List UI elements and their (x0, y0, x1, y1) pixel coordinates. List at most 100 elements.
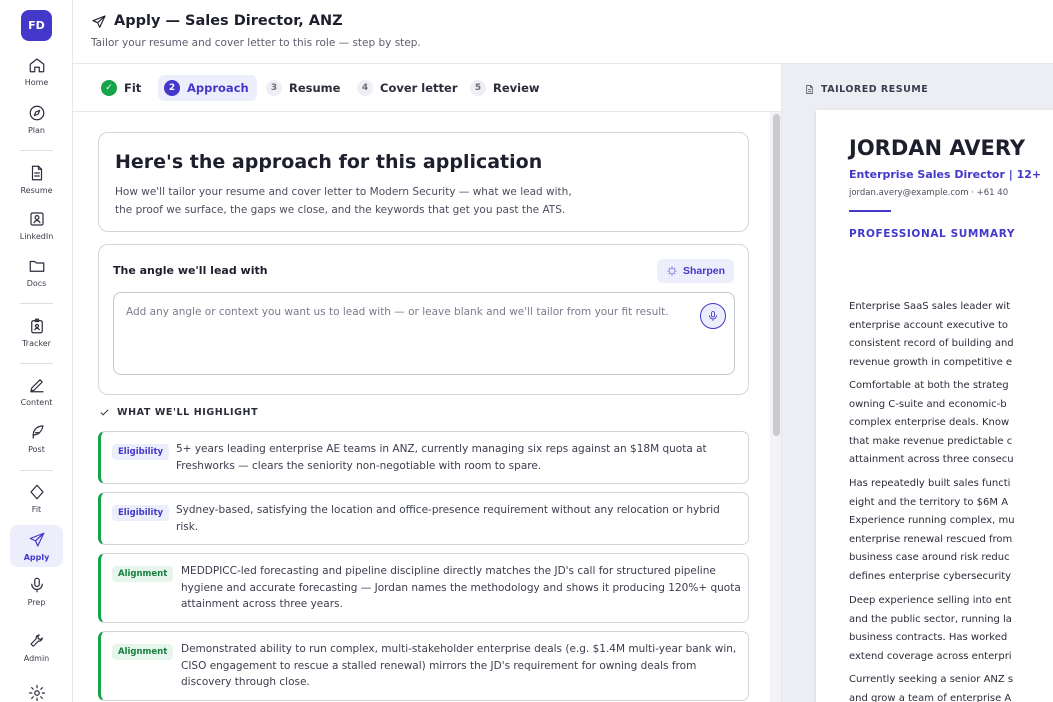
highlight-item[interactable]: Alignment Demonstrated ability to run co… (98, 631, 749, 701)
profile-card-icon (29, 212, 44, 226)
intro-title: Here's the approach for this application (115, 151, 543, 173)
dictate-button[interactable] (700, 303, 726, 329)
sharpen-label: Sharpen (682, 265, 725, 277)
stepper: ✓ Fit 2 Approach 3 Resume 4 Cover letter… (73, 64, 781, 112)
scrollbar-thumb[interactable] (773, 114, 780, 436)
highlight-section-label: WHAT WE'LL HIGHLIGHT (99, 407, 258, 418)
resume-paragraph: Currently seeking a senior ANZ s and gro… (849, 671, 1049, 702)
sidebar-item-plan[interactable]: Plan (10, 104, 63, 135)
sidebar-item-settings[interactable] (10, 684, 63, 702)
document-icon (31, 165, 42, 181)
highlight-item[interactable]: Eligibility 5+ years leading enterprise … (98, 431, 749, 484)
resume-line: Currently seeking a senior ANZ s (849, 674, 1014, 685)
resume-line: Experience running complex, mu (849, 515, 1015, 527)
resume-line: attainment across three consecu (849, 454, 1014, 466)
highlight-text-line: discovery through close. (181, 676, 310, 688)
step-number: 2 (164, 80, 180, 96)
resume-paragraph: Enterprise SaaS sales leader wit enterpr… (849, 298, 1049, 372)
sidebar-item-label: Post (28, 445, 45, 454)
folder-icon (29, 260, 44, 272)
resume-line: and the public sector, running la (849, 613, 1012, 625)
gear-icon (28, 684, 45, 702)
resume-line: enterprise renewal rescued from (849, 533, 1013, 545)
eligibility-badge: Eligibility (112, 444, 170, 460)
sidebar-item-label: Home (24, 78, 49, 87)
resume-line: eight and the territory to $6M A (849, 496, 1009, 508)
resume-line: complex enterprise deals. Know (849, 417, 1010, 429)
intro-text: How we'll tailor your resume and cover l… (115, 183, 595, 219)
highlight-text-line: CISO engagement to rescue a stalled rene… (181, 659, 697, 672)
sidebar-item-linkedin[interactable]: LinkedIn (10, 210, 63, 241)
sidebar-item-post[interactable]: Post (10, 423, 63, 454)
resume-line: defines enterprise cybersecurity (849, 570, 1012, 582)
sidebar-item-content[interactable]: Content (10, 376, 63, 407)
sidebar-item-fit[interactable]: Fit (10, 483, 63, 514)
step-approach[interactable]: 2 Approach (158, 75, 257, 101)
sidebar-divider (20, 363, 53, 364)
sidebar-divider (20, 470, 53, 471)
badge-icon (30, 318, 43, 334)
resume-preview-pane: TAILORED RESUME JORDAN AVERY Enterprise … (782, 64, 1053, 702)
highlight-text-line: Sydney-based, satisfying the location an… (176, 504, 720, 516)
sidebar-item-label: Fit (31, 505, 42, 514)
highlight-text: Demonstrated ability to run complex, mul… (181, 641, 736, 691)
page-subtitle: Tailor your resume and cover letter to t… (91, 37, 421, 49)
step-label: Resume (289, 81, 341, 95)
send-icon (29, 532, 44, 547)
pen-icon (29, 379, 44, 393)
resume-contact: jordan.avery@example.com · +61 40 (849, 188, 1009, 198)
highlight-text-line: Demonstrated ability to run complex, mul… (181, 643, 737, 655)
sidebar: FD Home Plan Resume LinkedIn Docs Tracke… (0, 0, 73, 702)
approach-pane: ✓ Fit 2 Approach 3 Resume 4 Cover letter… (73, 64, 782, 702)
highlight-text: MEDDPICC-led forecasting and pipeline di… (181, 563, 741, 613)
intro-text-line: the proof we surface, the gaps we close,… (115, 204, 566, 216)
resume-line: owning C-suite and economic-b (849, 398, 1007, 410)
section-label-text: WHAT WE'LL HIGHLIGHT (117, 407, 259, 418)
resume-line: enterprise account executive to (849, 319, 1009, 331)
highlight-text-line: Freshworks — clears the seniority non-ne… (176, 459, 542, 472)
sidebar-item-resume[interactable]: Resume (10, 164, 63, 195)
sidebar-item-label: Tracker (22, 339, 51, 348)
sidebar-item-label: Plan (27, 126, 46, 135)
preview-label-text: TAILORED RESUME (821, 84, 929, 95)
resume-line: Enterprise SaaS sales leader wit (849, 301, 1011, 312)
sidebar-item-label: Prep (27, 598, 46, 607)
step-number: 4 (357, 80, 373, 96)
avatar[interactable]: FD (21, 10, 52, 41)
step-resume[interactable]: 3 Resume (260, 75, 348, 101)
step-cover-letter[interactable]: 4 Cover letter (351, 75, 466, 101)
step-review[interactable]: 5 Review (464, 75, 548, 101)
highlight-text-line: 5+ years leading enterprise AE teams in … (176, 443, 707, 455)
step-label: Fit (124, 81, 142, 95)
sparkle-icon (667, 266, 677, 276)
mic-icon (709, 311, 717, 321)
eligibility-badge: Eligibility (112, 505, 170, 521)
intro-text-line: How we'll tailor your resume and cover l… (115, 186, 572, 198)
resume-line: Has repeatedly built sales functi (849, 478, 1011, 489)
sidebar-item-docs[interactable]: Docs (10, 257, 63, 288)
send-icon (91, 14, 107, 30)
sidebar-item-label: Apply (23, 552, 50, 562)
highlight-text-line: risk. (176, 520, 199, 533)
angle-input[interactable] (113, 292, 735, 375)
highlight-item[interactable]: Alignment MEDDPICC-led forecasting and p… (98, 553, 749, 623)
page-title: Apply — Sales Director, ANZ (114, 13, 343, 29)
sidebar-item-home[interactable]: Home (10, 56, 63, 87)
sidebar-item-admin[interactable]: Admin (10, 632, 63, 663)
intro-card: Here's the approach for this application… (98, 132, 749, 232)
sidebar-item-apply[interactable]: Apply (10, 525, 63, 567)
step-number: 5 (470, 80, 486, 96)
highlight-item[interactable]: Eligibility Sydney-based, satisfying the… (98, 492, 749, 545)
sidebar-item-prep[interactable]: Prep (10, 576, 63, 607)
sharpen-button[interactable]: Sharpen (656, 259, 734, 283)
sidebar-item-label: Admin (23, 654, 50, 663)
sidebar-divider (20, 150, 53, 151)
resume-line: extend coverage across enterpri (849, 650, 1012, 662)
diamond-icon (29, 484, 44, 500)
step-fit[interactable]: ✓ Fit (95, 75, 149, 101)
sidebar-item-label: Content (20, 398, 53, 407)
sidebar-item-tracker[interactable]: Tracker (10, 317, 63, 348)
step-label: Review (493, 81, 540, 95)
compass-icon (29, 105, 44, 121)
resume-line: consistent record of building and (849, 338, 1014, 350)
